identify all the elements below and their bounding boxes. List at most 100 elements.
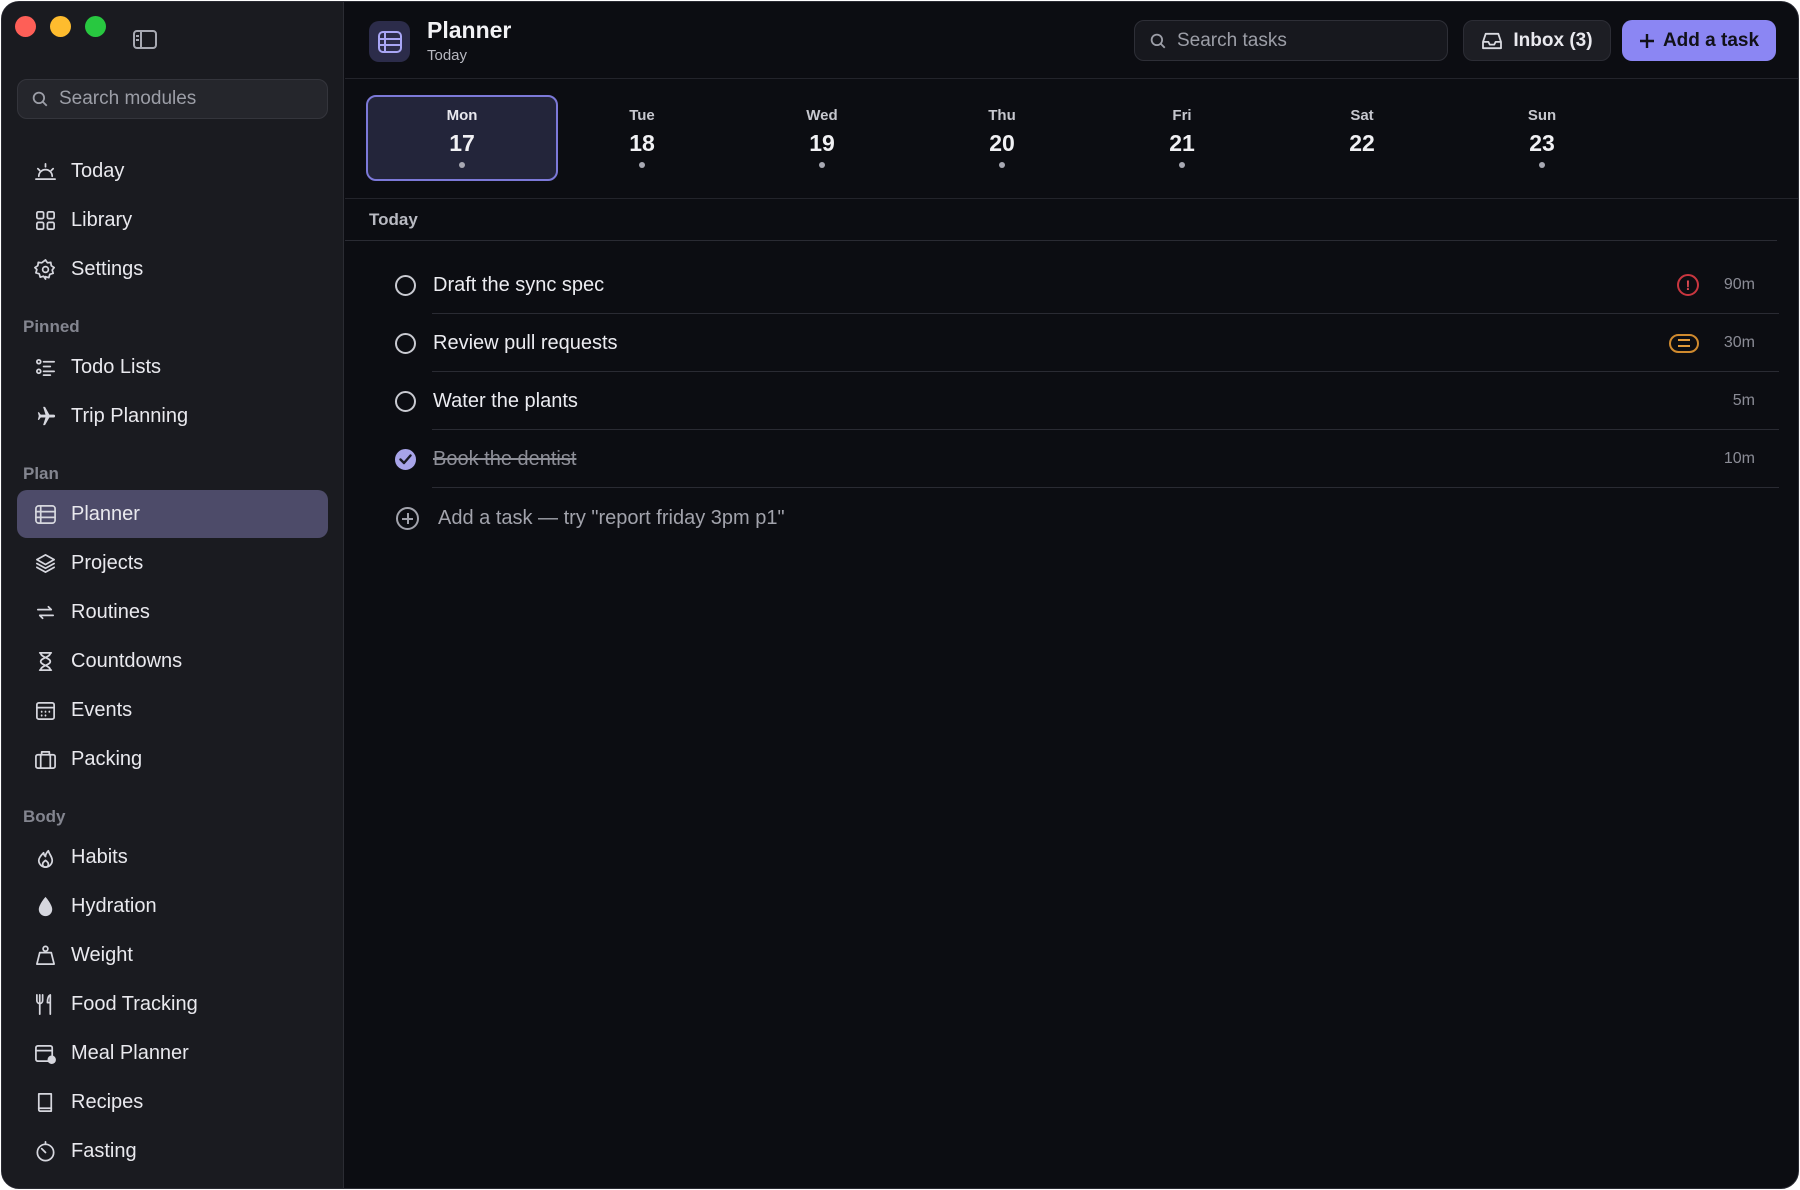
sidebar-item-trip-planning[interactable]: Trip Planning bbox=[17, 392, 328, 440]
day-name: Wed bbox=[806, 107, 838, 124]
day-number: 18 bbox=[629, 130, 655, 156]
sidebar-item-library[interactable]: Library bbox=[17, 196, 328, 244]
calendar-icon bbox=[33, 698, 57, 722]
inbox-button[interactable]: Inbox (3) bbox=[1463, 20, 1611, 61]
day-number: 22 bbox=[1349, 130, 1375, 156]
task-checkbox[interactable] bbox=[395, 390, 416, 412]
repeat-icon bbox=[33, 600, 57, 624]
sidebar-item-projects[interactable]: Projects bbox=[17, 539, 328, 587]
sidebar-item-label: Settings bbox=[71, 257, 144, 280]
sidebar-item-habits[interactable]: Habits bbox=[17, 833, 328, 881]
task-search-input[interactable]: Search tasks bbox=[1134, 20, 1448, 61]
search-icon bbox=[32, 91, 48, 107]
flame-icon bbox=[33, 845, 57, 869]
page-title: Planner bbox=[427, 17, 512, 43]
day-name: Fri bbox=[1172, 107, 1192, 124]
task-checkbox[interactable] bbox=[395, 274, 416, 296]
sidebar-nav: Today Library Settings Pinned Todo Lists Trip… bbox=[17, 147, 328, 1176]
module-search-placeholder: Search modules bbox=[59, 88, 197, 109]
task-row[interactable]: Review pull requests 30m bbox=[382, 314, 1779, 372]
planner-app-icon bbox=[369, 21, 410, 62]
sidebar-item-weight[interactable]: Weight bbox=[17, 931, 328, 979]
task-title: Review pull requests bbox=[433, 331, 618, 354]
task-duration: 10m bbox=[1723, 450, 1755, 467]
sidebar-toggle-icon[interactable] bbox=[133, 30, 157, 49]
sun-horizon-icon bbox=[33, 159, 57, 183]
sidebar-item-label: Projects bbox=[71, 551, 144, 574]
meal-calendar-icon bbox=[33, 1041, 57, 1065]
task-checkbox[interactable] bbox=[395, 332, 416, 354]
page-subtitle: Today bbox=[427, 47, 468, 64]
sidebar-item-packing[interactable]: Packing bbox=[17, 735, 328, 783]
day-fri[interactable]: Fri 21 bbox=[1086, 95, 1278, 181]
task-duration: 5m bbox=[1732, 392, 1755, 409]
app-window: Search modules Today Library Settings Pinne… bbox=[1, 1, 1799, 1189]
sidebar-item-label: Today bbox=[71, 159, 125, 182]
sidebar-section-body: Body bbox=[23, 807, 66, 826]
sidebar-item-meal-planner[interactable]: Meal Planner bbox=[17, 1029, 328, 1077]
day-number: 19 bbox=[809, 130, 835, 156]
zoom-window-button[interactable] bbox=[85, 16, 106, 37]
sidebar-item-fasting[interactable]: Fasting bbox=[17, 1127, 328, 1175]
day-sun[interactable]: Sun 23 bbox=[1446, 95, 1638, 181]
divider bbox=[345, 240, 1777, 241]
day-name: Tue bbox=[629, 107, 655, 124]
task-title: Book the dentist bbox=[433, 447, 577, 470]
sidebar-item-food-tracking[interactable]: Food Tracking bbox=[17, 980, 328, 1028]
day-sat[interactable]: Sat 22 bbox=[1266, 95, 1458, 181]
close-window-button[interactable] bbox=[15, 16, 36, 37]
sidebar-item-recipes[interactable]: Recipes bbox=[17, 1078, 328, 1126]
timer-icon bbox=[33, 1139, 57, 1163]
task-row[interactable]: Draft the sync spec! 90m bbox=[382, 256, 1779, 314]
checkmark-icon bbox=[399, 453, 412, 464]
fork-knife-icon bbox=[33, 992, 57, 1016]
planner-icon bbox=[33, 502, 57, 526]
task-row[interactable]: Book the dentist 10m bbox=[382, 430, 1779, 488]
priority-medium-icon bbox=[1669, 333, 1699, 353]
sidebar-item-hydration[interactable]: Hydration bbox=[17, 882, 328, 930]
add-task-button[interactable]: Add a task bbox=[1622, 20, 1776, 61]
sidebar-item-routines[interactable]: Routines bbox=[17, 588, 328, 636]
sidebar-item-todo-lists[interactable]: Todo Lists bbox=[17, 343, 328, 391]
add-task-button-label: Add a task bbox=[1662, 29, 1760, 51]
sidebar-item-settings[interactable]: Settings bbox=[17, 245, 328, 293]
task-title: Water the plants bbox=[433, 389, 578, 412]
sidebar-item-countdowns[interactable]: Countdowns bbox=[17, 637, 328, 685]
sidebar: Search modules Today Library Settings Pinne… bbox=[2, 2, 344, 1188]
plus-circle-icon bbox=[396, 506, 419, 530]
airplane-icon bbox=[33, 404, 57, 428]
minimize-window-button[interactable] bbox=[50, 16, 71, 37]
task-row[interactable]: Water the plants 5m bbox=[382, 372, 1779, 430]
window-controls bbox=[15, 16, 106, 37]
inbox-button-label: Inbox (3) bbox=[1513, 29, 1593, 51]
task-indicator-dot bbox=[999, 162, 1005, 168]
sidebar-item-events[interactable]: Events bbox=[17, 686, 328, 734]
sidebar-section-plan: Plan bbox=[23, 464, 59, 483]
section-heading-today: Today bbox=[369, 210, 418, 229]
sidebar-item-label: Todo Lists bbox=[71, 355, 162, 378]
sidebar-item-label: Hydration bbox=[71, 894, 157, 917]
module-search-input[interactable]: Search modules bbox=[17, 79, 328, 119]
quick-add-task-input[interactable]: Add a task — try "report friday 3pm p1" bbox=[382, 488, 1779, 548]
sidebar-item-label: Trip Planning bbox=[71, 404, 189, 427]
sidebar-item-planner[interactable]: Planner bbox=[17, 490, 328, 538]
droplet-icon bbox=[33, 894, 57, 918]
priority-high-icon: ! bbox=[1677, 274, 1699, 296]
sidebar-item-today[interactable]: Today bbox=[17, 147, 328, 195]
search-icon bbox=[1150, 33, 1166, 48]
task-checkbox-checked[interactable] bbox=[395, 448, 416, 470]
grid-icon bbox=[33, 208, 57, 232]
sidebar-item-label: Fasting bbox=[71, 1139, 137, 1162]
day-mon[interactable]: Mon 17 bbox=[366, 95, 558, 181]
day-tue[interactable]: Tue 18 bbox=[546, 95, 738, 181]
day-name: Sat bbox=[1350, 107, 1374, 124]
layers-icon bbox=[33, 551, 57, 575]
day-number: 20 bbox=[989, 130, 1015, 156]
day-name: Mon bbox=[446, 107, 478, 124]
quick-add-hint: Add a task — try "report friday 3pm p1" bbox=[438, 506, 785, 529]
day-wed[interactable]: Wed 19 bbox=[726, 95, 918, 181]
task-indicator-dot bbox=[1359, 162, 1365, 168]
day-thu[interactable]: Thu 20 bbox=[906, 95, 1098, 181]
header: Planner Today Search tasks Inbox (3) Add… bbox=[345, 2, 1798, 79]
day-name: Sun bbox=[1527, 107, 1557, 124]
